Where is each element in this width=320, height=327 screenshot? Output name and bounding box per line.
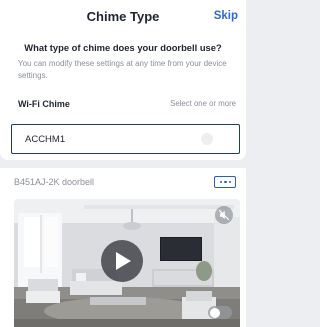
more-dots-icon[interactable] <box>214 176 236 188</box>
preview-toggle[interactable] <box>208 306 232 319</box>
header: Chime Type Skip <box>0 0 246 34</box>
live-preview[interactable] <box>14 199 240 327</box>
section-hint: Select one or more <box>170 99 236 108</box>
toggle-knob <box>209 307 220 318</box>
play-icon[interactable] <box>101 240 143 282</box>
chime-option-acchm1[interactable]: ACCHM1 <box>11 124 240 154</box>
speaker-muted-icon[interactable] <box>215 206 233 224</box>
settings-note: You can modify these settings at any tim… <box>18 59 227 80</box>
chime-option-label: ACCHM1 <box>25 134 66 145</box>
skip-button[interactable]: Skip <box>214 10 238 22</box>
chime-option-radio[interactable] <box>201 133 213 145</box>
chime-question: What type of chime does your doorbell us… <box>24 42 222 53</box>
device-name: B451AJ-2K doorbell <box>14 177 95 187</box>
chime-type-sheet: Chime Type Skip What type of chime does … <box>0 0 246 160</box>
device-card: B451AJ-2K doorbell <box>0 168 246 327</box>
section-label-wifi-chime: Wi-Fi Chime <box>18 99 70 109</box>
page-title: Chime Type <box>86 9 160 24</box>
